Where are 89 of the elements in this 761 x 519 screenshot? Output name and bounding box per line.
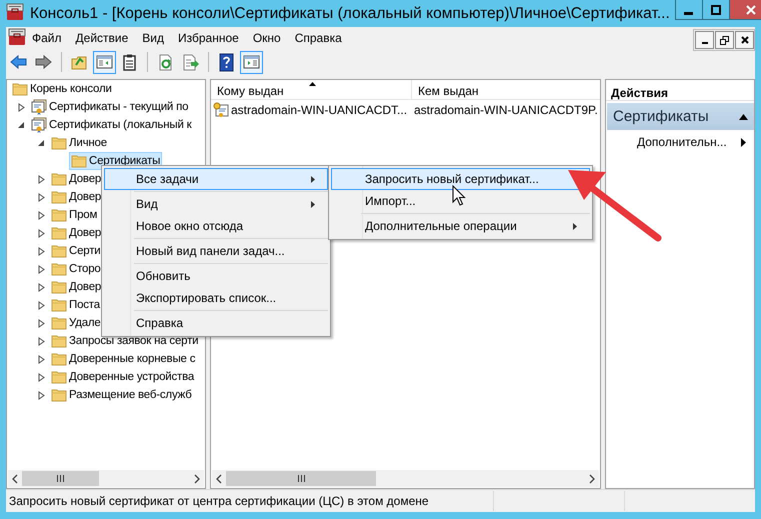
back-arrow-icon: [9, 52, 28, 72]
menu-item[interactable]: Дополнительные операции: [331, 215, 590, 237]
folder-icon: [51, 243, 67, 259]
folder-icon: [51, 135, 67, 151]
actions-title: Действия: [606, 80, 754, 101]
toolbar-button[interactable]: [240, 50, 263, 74]
tree-item[interactable]: Сторо: [49, 260, 103, 278]
tree-pane-icon: [95, 52, 114, 72]
toolbar-button[interactable]: [93, 50, 116, 74]
section-title: Сертификаты: [613, 108, 709, 125]
folder-icon: [51, 279, 67, 295]
menu-item[interactable]: Все задачи: [104, 168, 328, 190]
menu-item[interactable]: Обновить: [104, 265, 328, 287]
menu-item[interactable]: Окно: [246, 31, 289, 45]
window-title: Консоль1 - [Корень консоли\Сертификаты (локальный компьютер)\Личное\Сертификат...: [30, 4, 670, 22]
scrollbar-thumb[interactable]: [226, 471, 376, 486]
column-header[interactable]: Кому выдан: [211, 80, 412, 99]
tree-item[interactable]: Запросы заявок на серти: [49, 332, 200, 350]
folder-icon: [51, 189, 67, 205]
menu-item[interactable]: Избранное: [172, 31, 247, 45]
minimize-icon: [684, 12, 694, 15]
tree-item[interactable]: Доверенные устройства: [49, 368, 196, 386]
horizontal-scrollbar[interactable]: [212, 470, 599, 487]
folder-icon: [51, 333, 67, 349]
menu-item[interactable]: Экспортировать список...: [104, 287, 328, 309]
action-pane-icon: [242, 52, 261, 72]
console-icon: [6, 3, 24, 21]
folder-icon: [51, 297, 67, 313]
menu-item[interactable]: Импорт...: [331, 190, 590, 212]
tree-item[interactable]: Доверенные корневые с: [49, 350, 198, 368]
menu-item[interactable]: Новое окно отсюда: [104, 215, 328, 237]
table-cell: astradomain-WIN-UANICACDT...: [211, 102, 414, 118]
export-list-icon: [181, 52, 200, 72]
tree-item[interactable]: Серти: [49, 242, 103, 260]
menu-item[interactable]: Вид: [136, 31, 172, 45]
minimize-button[interactable]: [695, 31, 714, 49]
folder-icon: [51, 261, 67, 277]
tree-item[interactable]: Довер: [49, 170, 104, 188]
grip-icon: [56, 475, 65, 482]
table-cell: astradomain-WIN-UANICACDT9P.: [414, 102, 598, 116]
tree-item[interactable]: Корень консоли: [10, 80, 114, 98]
console-icon: [8, 28, 26, 46]
restore-button[interactable]: [715, 31, 734, 49]
folder-icon: [51, 225, 67, 241]
grip-icon: [296, 475, 306, 482]
close-icon: [746, 4, 756, 14]
tree-item[interactable]: Довер: [49, 278, 104, 296]
forward-arrow-icon: [34, 52, 53, 72]
restore-icon: [720, 36, 729, 44]
horizontal-scrollbar[interactable]: [8, 470, 204, 487]
folder-icon: [12, 81, 28, 97]
actions-section[interactable]: Сертификаты: [607, 103, 754, 130]
tree-item[interactable]: Довер: [49, 224, 104, 242]
folder-icon: [51, 351, 67, 367]
tree-item[interactable]: Поста: [49, 296, 102, 314]
status-text: Запросить новый сертификат от центра сертификации (ЦС) в этом домене: [8, 494, 430, 508]
minimize-button[interactable]: [674, 0, 703, 20]
menu-item[interactable]: Справка: [288, 31, 350, 45]
certificate-store-icon: [31, 116, 47, 134]
scrollbar-thumb[interactable]: [22, 471, 99, 486]
close-icon: [740, 36, 748, 44]
folder-icon: [51, 315, 67, 331]
menu-item[interactable]: Вид: [104, 193, 328, 215]
menu-item[interactable]: Справка: [104, 312, 328, 334]
tree-item[interactable]: Довер: [49, 188, 104, 206]
folder-icon: [51, 387, 67, 403]
tree-item[interactable]: Пром: [49, 206, 100, 224]
folder-icon: [51, 207, 67, 223]
menu-item[interactable]: Действие: [70, 31, 136, 45]
certificate-icon: [213, 102, 229, 118]
menu-item[interactable]: Новый вид панели задач...: [104, 240, 328, 262]
close-button[interactable]: [735, 31, 754, 49]
folder-icon: [51, 369, 67, 385]
menu-item[interactable]: Файл: [26, 31, 70, 45]
folder-icon: [51, 171, 67, 187]
certificate-store-icon: [31, 98, 47, 116]
tree-item[interactable]: Сертификаты - текущий по: [29, 98, 190, 116]
folder-icon: [71, 153, 87, 169]
minimize-icon: [702, 42, 708, 44]
column-header[interactable]: Кем выдан: [412, 80, 479, 99]
tree-item[interactable]: Удале: [49, 314, 103, 332]
menu-item[interactable]: Запросить новый сертификат...: [331, 168, 590, 190]
tree-item[interactable]: Размещение веб-служб: [49, 386, 194, 404]
mouse-cursor-icon: [452, 185, 466, 207]
tree-item[interactable]: Личное: [49, 134, 109, 152]
tree-item[interactable]: Сертификаты (локальный к: [29, 116, 194, 134]
action-link[interactable]: Дополнительн...: [606, 130, 754, 149]
help-icon: [217, 52, 236, 72]
maximize-icon: [710, 4, 721, 14]
